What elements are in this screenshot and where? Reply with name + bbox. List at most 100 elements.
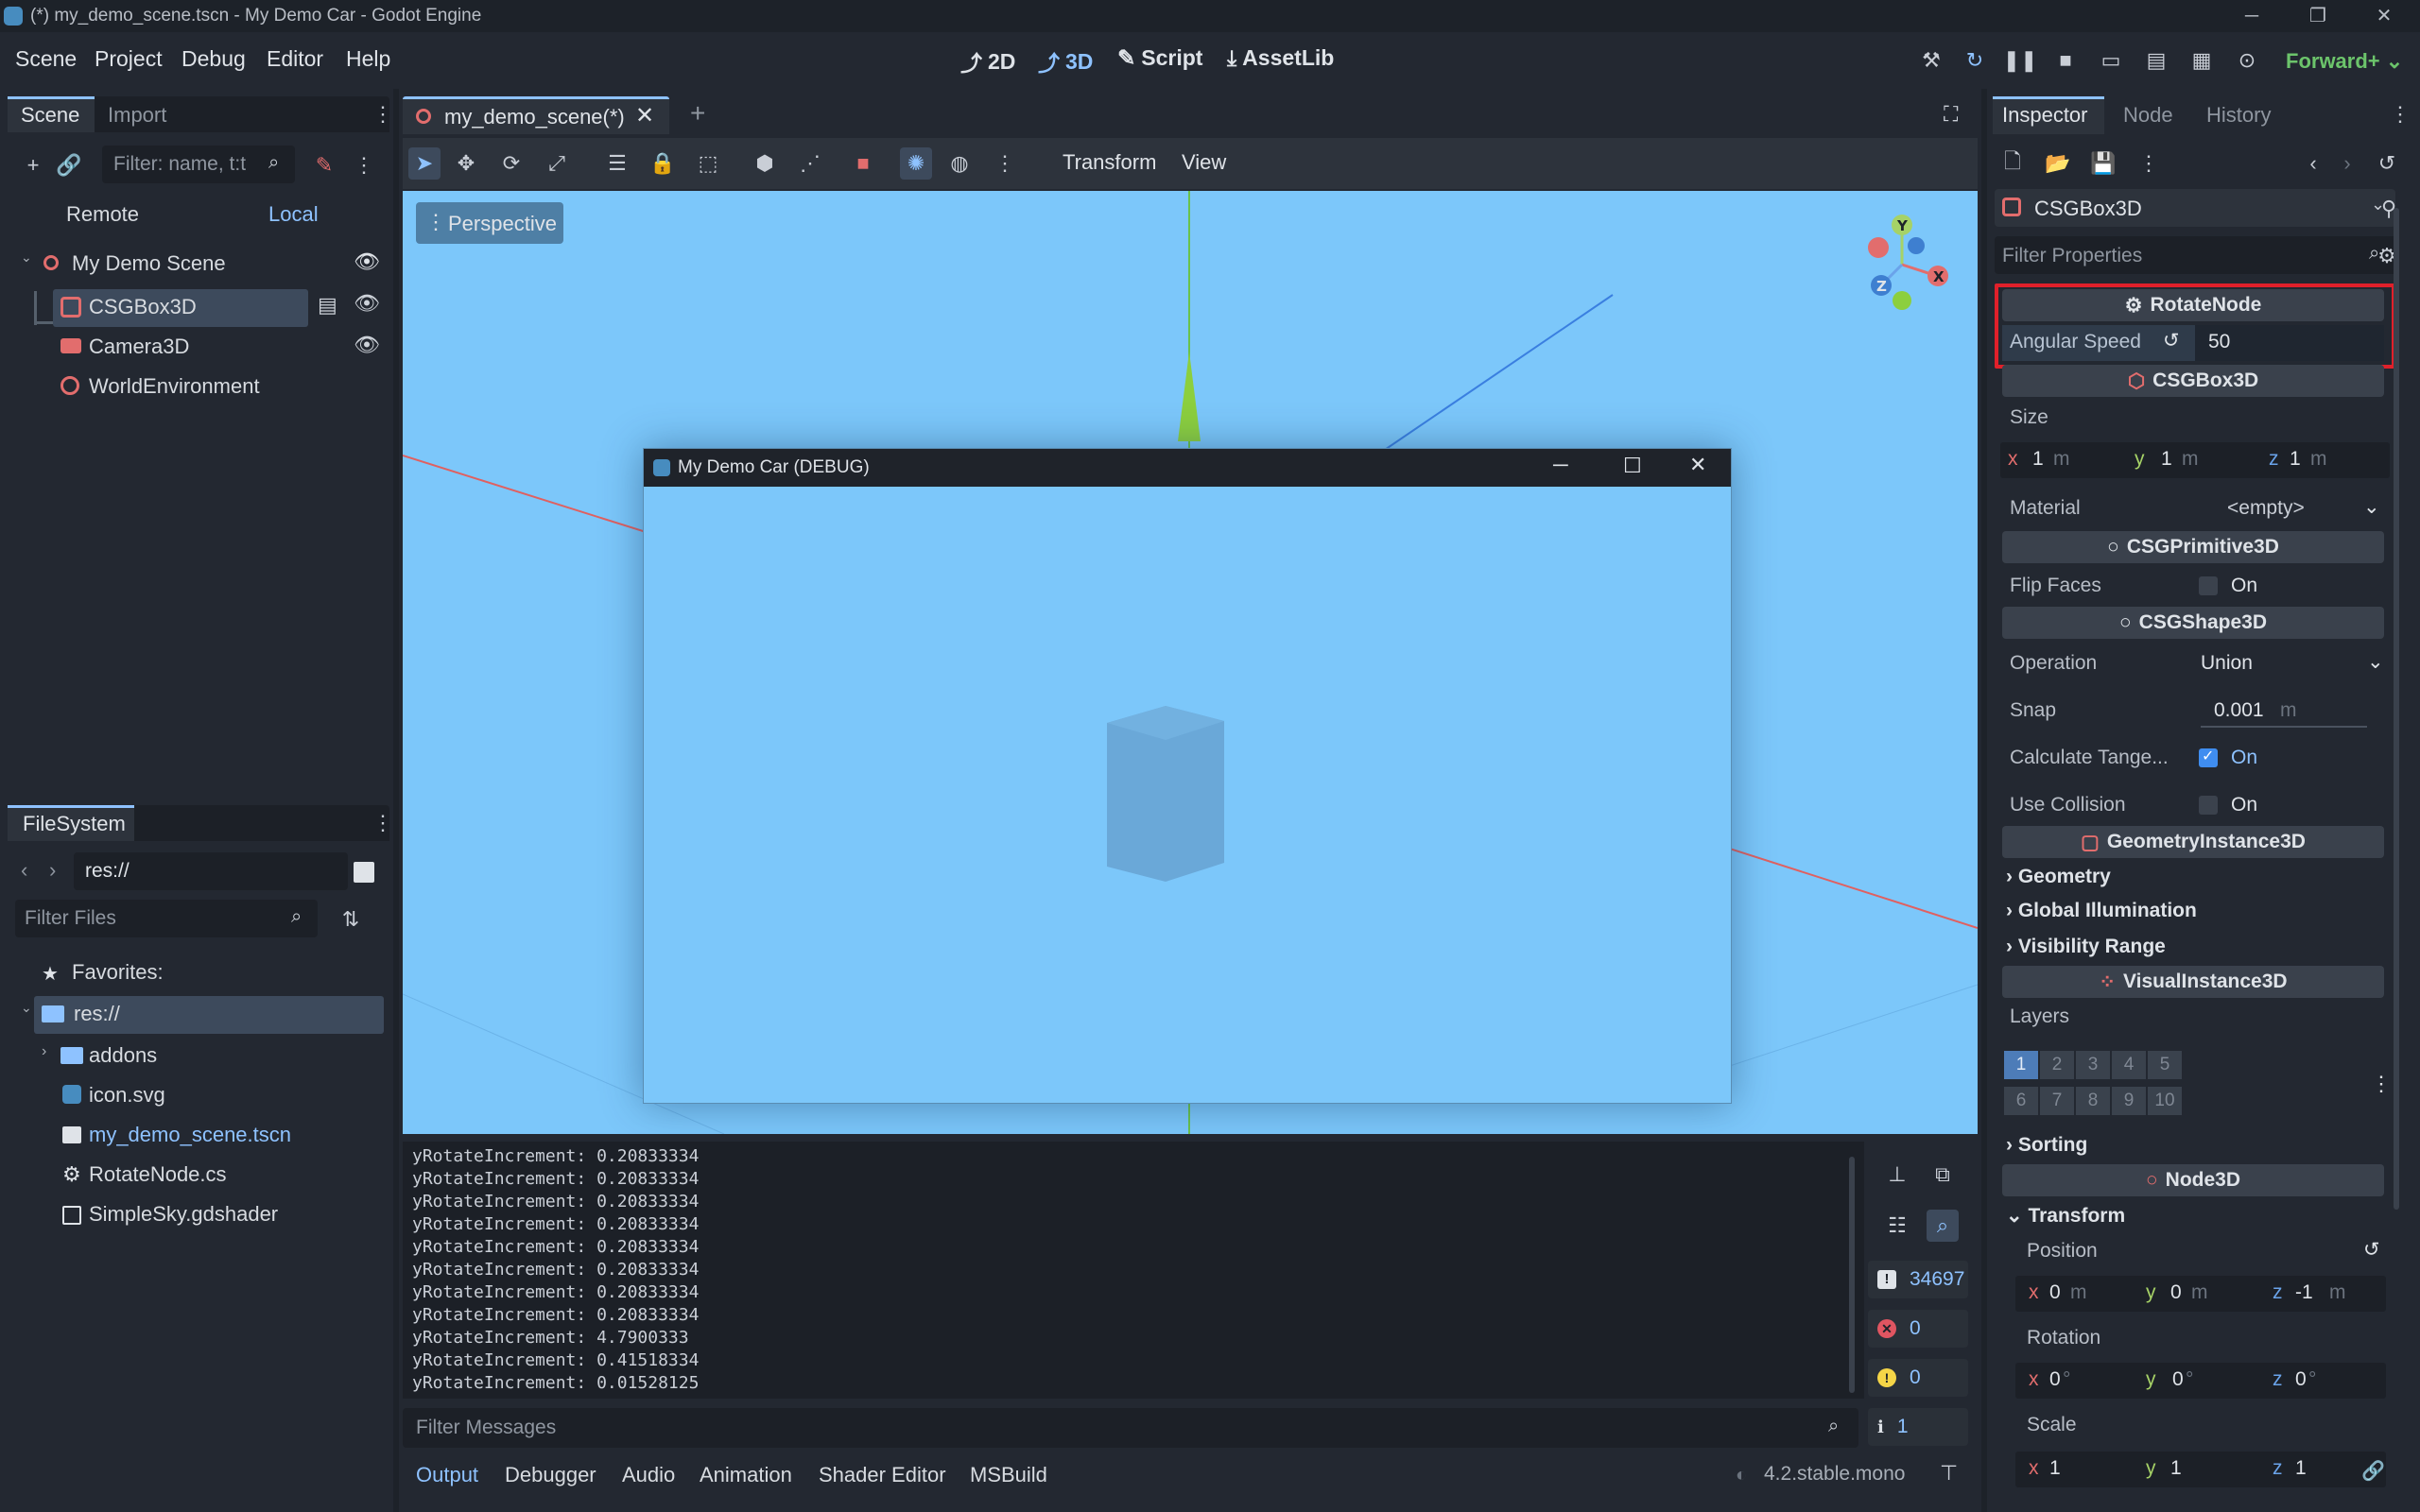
game-window[interactable]: My Demo Car (DEBUG) ─ ☐ ✕ [643, 448, 1732, 1104]
layer-cell[interactable]: 4 [2112, 1051, 2146, 1079]
rotation-x-value[interactable]: 0 [2049, 1368, 2061, 1391]
resource-options-icon[interactable]: ⋮ [2133, 147, 2165, 180]
remote-debug-icon[interactable]: ▭ [2095, 44, 2127, 77]
layer-cell[interactable]: 3 [2076, 1051, 2110, 1079]
new-resource-icon[interactable]: 🗋 [1996, 147, 2029, 180]
open-resource-icon[interactable]: 📂 [2042, 147, 2074, 180]
menu-scene[interactable]: Scene [15, 46, 77, 72]
tree-item-label[interactable]: My Demo Scene [72, 251, 226, 276]
revert-icon[interactable]: ↺ [2363, 1238, 2380, 1262]
close-tab-icon[interactable]: ✕ [635, 102, 654, 129]
script-attached-icon[interactable]: ▤ [318, 293, 337, 318]
search-toggle-icon[interactable]: ⌕ [1927, 1210, 1959, 1242]
position-field[interactable]: x 0 m y 0 m z -1 m [2015, 1276, 2386, 1312]
camera-preview-icon[interactable]: ■ [847, 147, 879, 180]
group-global-illumination[interactable]: › Global Illumination [2006, 900, 2197, 922]
layer-cell[interactable]: 2 [2040, 1051, 2074, 1079]
tab-output[interactable]: Output [416, 1463, 478, 1487]
version-label[interactable]: 4.2.stable.mono [1764, 1463, 1905, 1486]
collapse-icon[interactable]: ⌄ [21, 249, 32, 266]
maximize-icon[interactable]: ☐ [1623, 454, 1642, 478]
dock-menu-icon[interactable]: ⋮ [367, 98, 399, 130]
position-x-value[interactable]: 0 [2049, 1281, 2061, 1304]
rotation-y-value[interactable]: 0 [2172, 1368, 2184, 1391]
position-z-value[interactable]: -1 [2295, 1281, 2313, 1304]
link-scale-icon[interactable]: 🔗 [2361, 1459, 2385, 1483]
group-icon[interactable]: ⬚ [692, 147, 724, 180]
size-field[interactable]: x 1 m y 1 m z 1 m [2000, 442, 2390, 478]
tree-item-label[interactable]: WorldEnvironment [89, 374, 260, 399]
errors-filter-button[interactable]: ✕ 0 [1868, 1310, 1968, 1348]
close-icon[interactable]: ✕ [2356, 0, 2412, 32]
section-csgbox3d[interactable]: ⬡ CSGBox3D [2002, 365, 2384, 397]
visibility-eye-icon[interactable]: 👁 [354, 249, 380, 274]
operation-select[interactable]: Union ⌄ [2193, 646, 2386, 682]
expand-icon[interactable]: › [42, 1043, 46, 1060]
build-icon[interactable]: ⚒ [1915, 44, 1947, 77]
angular-speed-input[interactable]: 50 [2195, 325, 2384, 361]
editor-messages-filter-button[interactable]: ℹ 1 [1868, 1408, 1968, 1446]
copy-output-icon[interactable]: ⧉ [1927, 1159, 1959, 1191]
tab-node[interactable]: Node [2123, 103, 2173, 128]
pin-bottom-panel-icon[interactable]: ⊤ [1940, 1461, 1958, 1486]
sun-icon[interactable]: ✺ [900, 147, 932, 180]
size-y-value[interactable]: 1 [2161, 448, 2172, 471]
play-custom-icon[interactable]: ▦ [2186, 44, 2218, 77]
remote-button[interactable]: Remote [66, 202, 139, 227]
calculate-tangents-checkbox[interactable]: ✓ [2199, 748, 2218, 767]
sort-icon[interactable]: ⇅ [335, 903, 367, 936]
play-scene-icon[interactable]: ▤ [2140, 44, 2172, 77]
link-icon[interactable]: 🔗 [53, 149, 85, 181]
size-x-value[interactable]: 1 [2032, 448, 2044, 471]
section-geometryinstance3d[interactable]: ▢ GeometryInstance3D [2002, 826, 2384, 858]
select-tool-icon[interactable]: ➤ [408, 147, 441, 180]
position-y-value[interactable]: 0 [2170, 1281, 2182, 1304]
close-icon[interactable]: ✕ [1689, 453, 1706, 477]
minimize-icon[interactable]: ─ [1553, 453, 1568, 477]
file-item-label[interactable]: SimpleSky.gdshader [89, 1202, 278, 1227]
layer-cell[interactable]: 8 [2076, 1087, 2110, 1115]
workspace-2d[interactable]: ⤴ 2D [960, 45, 1015, 77]
output-scrollbar[interactable] [1849, 1157, 1855, 1393]
tab-animation[interactable]: Animation [700, 1463, 792, 1487]
file-item-label[interactable]: icon.svg [89, 1083, 165, 1108]
tree-item-label[interactable]: CSGBox3D [89, 295, 197, 319]
dock-menu-icon[interactable]: ⋮ [367, 807, 399, 839]
tab-debugger[interactable]: Debugger [505, 1463, 596, 1487]
snap-slider[interactable] [2201, 726, 2367, 728]
movie-maker-icon[interactable]: ⊙ [2231, 44, 2263, 77]
section-visualinstance3d[interactable]: ⁘ VisualInstance3D [2002, 966, 2384, 998]
view-menu[interactable]: View [1182, 150, 1226, 175]
tab-import[interactable]: Import [108, 103, 166, 128]
menu-project[interactable]: Project [95, 46, 163, 72]
node-config-icon[interactable]: ⚲ [2373, 193, 2405, 225]
layer-cell[interactable]: 10 [2148, 1087, 2182, 1115]
filter-files-input[interactable]: Filter Files ⌕ [15, 900, 318, 937]
environment-icon[interactable]: ◍ [943, 147, 976, 180]
menu-editor[interactable]: Editor [267, 46, 323, 72]
scene-options-icon[interactable]: ⋮ [348, 149, 380, 181]
group-visibility-range[interactable]: › Visibility Range [2006, 936, 2166, 958]
perspective-button[interactable]: ⋮ Perspective [416, 202, 563, 244]
object-selector[interactable]: CSGBox3D ⌄ [1995, 189, 2395, 227]
dock-menu-icon[interactable]: ⋮ [2384, 98, 2416, 130]
clear-output-icon[interactable]: ⊥ [1881, 1159, 1913, 1191]
local-space-icon[interactable]: ⬢ [749, 147, 781, 180]
visibility-eye-icon[interactable]: 👁 [354, 291, 380, 316]
viewport-3d[interactable]: ⋮ Perspective Y X Z My Demo Car (DEBUG) … [403, 191, 1978, 1134]
scene-tab[interactable]: my_demo_scene(*) ✕ [403, 96, 669, 134]
filter-properties-input[interactable]: Filter Properties ⌕ [1995, 236, 2397, 274]
fullscreen-icon[interactable]: ⛶ [1944, 102, 1958, 127]
history-back-icon[interactable]: ‹ [2297, 147, 2329, 180]
add-node-icon[interactable]: + [17, 149, 49, 181]
layer-cell[interactable]: 5 [2148, 1051, 2182, 1079]
layers-menu-icon[interactable]: ⋮ [2371, 1072, 2392, 1096]
scene-filter-input[interactable]: Filter: name, t:t ⌕ [102, 146, 295, 183]
warnings-filter-button[interactable]: ! 0 [1868, 1359, 1968, 1397]
collapse-icon[interactable]: ⌄ [21, 1000, 32, 1016]
snap-icon[interactable]: ⋰ [794, 147, 826, 180]
filter-messages-input[interactable]: Filter Messages ⌕ [403, 1408, 1858, 1448]
layer-cell[interactable]: 6 [2004, 1087, 2038, 1115]
layer-cell[interactable]: 7 [2040, 1087, 2074, 1115]
snap-input[interactable]: 0.001 m [2199, 694, 2369, 730]
